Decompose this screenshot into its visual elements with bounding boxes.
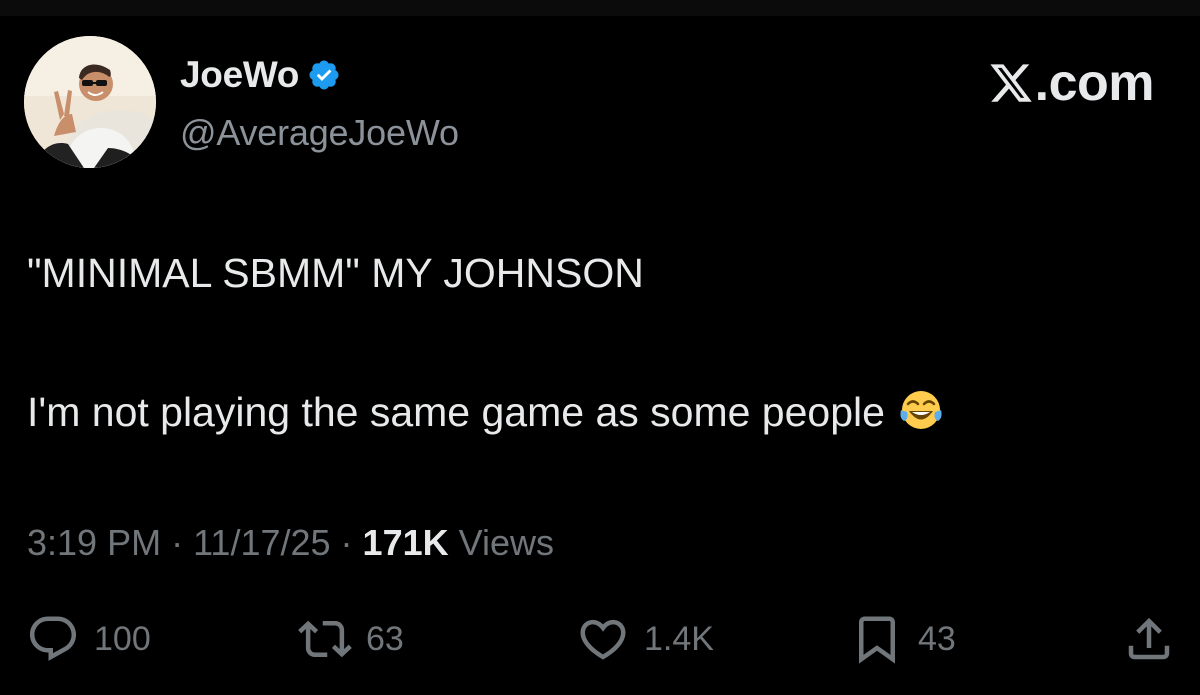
brand-domain-label: .com xyxy=(1034,54,1155,112)
avatar-photo xyxy=(24,36,156,168)
bookmark-count: 43 xyxy=(918,619,956,658)
like-button[interactable]: 1.4K xyxy=(576,612,714,666)
tweet-time[interactable]: 3:19 PM xyxy=(27,522,161,563)
tweet-action-bar: 100 63 1.4K 43 xyxy=(0,612,1200,672)
tweet-text-line-2-text: I'm not playing the same game as some pe… xyxy=(27,389,885,435)
verified-badge-icon xyxy=(307,58,341,92)
tweet-text-line-1: "MINIMAL SBMM" MY JOHNSON xyxy=(27,250,644,296)
avatar[interactable] xyxy=(24,36,156,168)
tweet-metadata: 3:19 PM · 11/17/25 · 171K Views xyxy=(27,522,554,564)
views-label: Views xyxy=(448,522,554,563)
reply-icon xyxy=(29,616,77,661)
tweet-text-line-2: I'm not playing the same game as some pe… xyxy=(27,388,943,436)
views-count: 171K xyxy=(362,522,449,563)
x-logo-icon xyxy=(987,60,1035,106)
author-display-name[interactable]: JoeWo xyxy=(180,54,299,96)
author-handle[interactable]: @AverageJoeWo xyxy=(180,112,459,154)
face-with-tears-of-joy-emoji xyxy=(899,388,943,432)
like-count: 1.4K xyxy=(644,619,714,658)
share-icon xyxy=(1128,617,1170,660)
repost-count: 63 xyxy=(366,619,404,658)
meta-separator: · xyxy=(161,522,194,563)
tweet-date[interactable]: 11/17/25 xyxy=(193,522,330,563)
share-button[interactable] xyxy=(1122,612,1176,666)
reply-button[interactable]: 100 xyxy=(26,612,151,666)
reply-count: 100 xyxy=(94,619,151,658)
meta-separator: · xyxy=(330,522,363,563)
bookmark-button[interactable]: 43 xyxy=(850,612,956,666)
brand-logo: .com xyxy=(987,54,1155,112)
repost-icon xyxy=(298,620,352,658)
author-name-row[interactable]: JoeWo xyxy=(180,54,341,96)
repost-button[interactable]: 63 xyxy=(298,612,404,666)
heart-icon xyxy=(580,619,626,660)
top-edge-strip xyxy=(0,0,1200,16)
bookmark-icon xyxy=(859,616,895,664)
